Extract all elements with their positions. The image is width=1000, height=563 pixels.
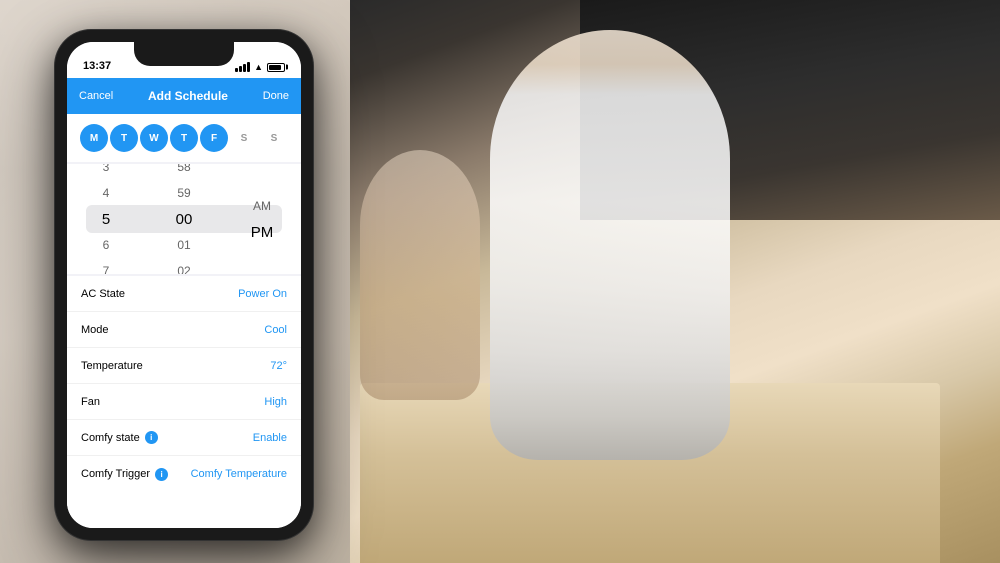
ac-state-label-text: AC State bbox=[81, 288, 125, 300]
minute-item: 58 bbox=[145, 164, 223, 180]
setting-ac-state[interactable]: AC State Power On bbox=[67, 276, 301, 312]
hour-item: 6 bbox=[67, 232, 145, 258]
hour-selected: 5 bbox=[67, 206, 145, 232]
comfy-trigger-label-text: Comfy Trigger bbox=[81, 468, 150, 480]
phone-notch bbox=[134, 42, 234, 66]
period-column: AM PM bbox=[223, 164, 301, 274]
minute-item: 59 bbox=[145, 180, 223, 206]
setting-comfy-trigger[interactable]: Comfy Trigger i Comfy Temperature bbox=[67, 456, 301, 492]
minutes-column: 58 59 00 01 02 bbox=[145, 164, 223, 274]
battery-icon bbox=[267, 63, 285, 72]
temperature-value: 72° bbox=[270, 360, 287, 372]
hours-column: 3 4 5 6 7 bbox=[67, 164, 145, 274]
done-button[interactable]: Done bbox=[263, 90, 289, 102]
setting-temperature[interactable]: Temperature 72° bbox=[67, 348, 301, 384]
temperature-label-text: Temperature bbox=[81, 360, 143, 372]
background-man-figure bbox=[490, 30, 730, 460]
day-tuesday[interactable]: T bbox=[110, 124, 138, 152]
settings-section: AC State Power On Mode Cool Temperature bbox=[67, 276, 301, 528]
day-friday[interactable]: F bbox=[200, 124, 228, 152]
ac-state-label: AC State bbox=[81, 288, 125, 300]
phone-device: 13:37 ▲ Cancel Add Schedu bbox=[55, 30, 313, 540]
status-icons: ▲ bbox=[235, 62, 285, 72]
comfy-state-value: Enable bbox=[253, 432, 287, 444]
day-saturday[interactable]: S bbox=[230, 124, 258, 152]
mode-label-text: Mode bbox=[81, 324, 109, 336]
nav-title: Add Schedule bbox=[148, 89, 228, 103]
comfy-state-label-text: Comfy state bbox=[81, 432, 140, 444]
minute-item: 01 bbox=[145, 232, 223, 258]
comfy-state-info-icon[interactable]: i bbox=[145, 431, 158, 444]
comfy-state-label: Comfy state i bbox=[81, 431, 158, 444]
minute-selected: 00 bbox=[145, 206, 223, 232]
phone-body: 13:37 ▲ Cancel Add Schedu bbox=[55, 30, 313, 540]
status-time: 13:37 bbox=[83, 60, 111, 72]
temperature-label: Temperature bbox=[81, 360, 143, 372]
day-wednesday[interactable]: W bbox=[140, 124, 168, 152]
day-picker: M T W T F S S bbox=[67, 114, 301, 162]
fan-label: Fan bbox=[81, 396, 100, 408]
navigation-bar: Cancel Add Schedule Done bbox=[67, 78, 301, 114]
fan-value: High bbox=[264, 396, 287, 408]
comfy-trigger-value: Comfy Temperature bbox=[191, 468, 287, 480]
period-am: AM bbox=[223, 193, 301, 219]
setting-fan[interactable]: Fan High bbox=[67, 384, 301, 420]
mode-value: Cool bbox=[264, 324, 287, 336]
day-sunday[interactable]: S bbox=[260, 124, 288, 152]
cancel-button[interactable]: Cancel bbox=[79, 90, 113, 102]
minute-item: 02 bbox=[145, 258, 223, 274]
period-spacer bbox=[223, 164, 301, 193]
ac-state-value: Power On bbox=[238, 288, 287, 300]
comfy-trigger-label: Comfy Trigger i bbox=[81, 468, 168, 481]
setting-comfy-state[interactable]: Comfy state i Enable bbox=[67, 420, 301, 456]
setting-mode[interactable]: Mode Cool bbox=[67, 312, 301, 348]
background-woman-figure bbox=[360, 150, 480, 400]
phone-screen: 13:37 ▲ Cancel Add Schedu bbox=[67, 42, 301, 528]
signal-icon bbox=[235, 62, 250, 72]
wifi-icon: ▲ bbox=[254, 62, 263, 72]
hour-item: 4 bbox=[67, 180, 145, 206]
period-spacer bbox=[223, 245, 301, 274]
screen-content: M T W T F S S 3 4 5 6 7 bbox=[67, 114, 301, 528]
comfy-trigger-info-icon[interactable]: i bbox=[155, 468, 168, 481]
hour-item: 7 bbox=[67, 258, 145, 274]
mode-label: Mode bbox=[81, 324, 109, 336]
hour-item: 3 bbox=[67, 164, 145, 180]
day-monday[interactable]: M bbox=[80, 124, 108, 152]
period-pm: PM bbox=[223, 219, 301, 245]
day-thursday[interactable]: T bbox=[170, 124, 198, 152]
fan-label-text: Fan bbox=[81, 396, 100, 408]
time-picker[interactable]: 3 4 5 6 7 58 59 00 01 02 bbox=[67, 164, 301, 274]
